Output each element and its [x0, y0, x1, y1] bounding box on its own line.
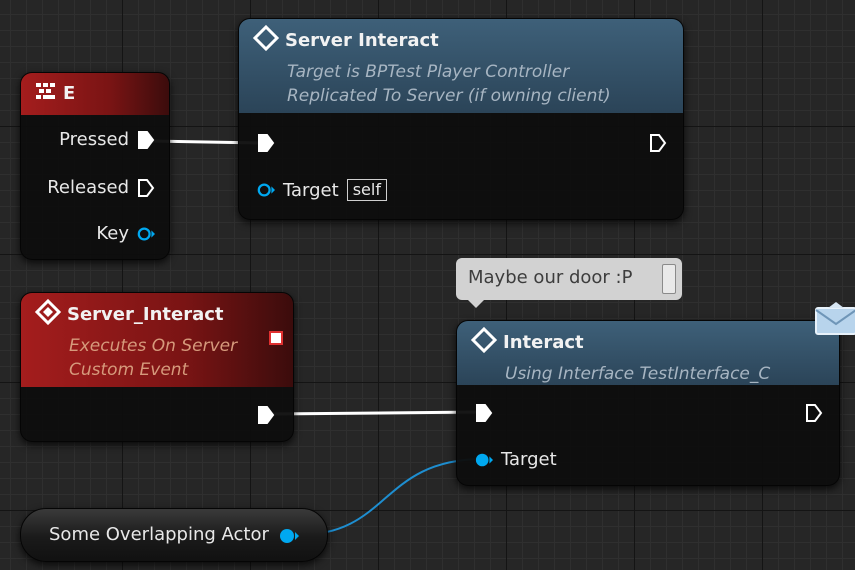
- server-interact-subtitle-2: Replicated To Server (if owning client): [287, 86, 611, 106]
- pressed-exec-pin-icon[interactable]: [137, 130, 155, 150]
- comment-pin-icon[interactable]: [662, 264, 676, 294]
- released-exec-pin-icon[interactable]: [137, 178, 155, 198]
- server-interact-exec-in[interactable]: [257, 133, 275, 153]
- interact-exec-out[interactable]: [805, 403, 823, 423]
- function-diamond-icon: [252, 24, 280, 56]
- envelope-icon: [814, 300, 855, 338]
- comment-bubble[interactable]: Maybe our door :P: [456, 258, 682, 308]
- interact-title: Interact: [503, 332, 584, 353]
- interact-target-pin[interactable]: Target: [475, 449, 557, 470]
- exec-out-pin-icon[interactable]: [649, 133, 667, 153]
- target-default-value[interactable]: self: [346, 179, 387, 201]
- released-pin-row[interactable]: Released: [47, 177, 155, 198]
- custom-event-subtitle-1: Executes On Server: [69, 336, 238, 356]
- function-diamond-icon: [470, 326, 498, 358]
- released-label: Released: [47, 177, 129, 198]
- custom-event-header: Server_Interact Executes On Server Custo…: [21, 293, 293, 387]
- interact-exec-in[interactable]: [475, 403, 493, 423]
- key-event-header: E: [21, 73, 169, 115]
- comment-text: Maybe our door :P: [468, 267, 633, 288]
- server-interact-exec-out[interactable]: [649, 133, 667, 153]
- exec-in-pin-icon[interactable]: [257, 133, 275, 153]
- target-object-pin-icon[interactable]: [257, 182, 275, 198]
- server-interact-title: Server Interact: [285, 30, 439, 51]
- exec-out-pin-icon[interactable]: [805, 403, 823, 423]
- custom-event-exec-out[interactable]: [257, 405, 275, 425]
- server-interact-subtitle-1: Target is BPTest Player Controller: [287, 62, 570, 82]
- pressed-pin-row[interactable]: Pressed: [59, 129, 155, 150]
- key-label: Key: [96, 223, 129, 244]
- variable-label: Some Overlapping Actor: [49, 524, 269, 545]
- server-interact-header: Server Interact Target is BPTest Player …: [239, 19, 683, 113]
- custom-event-subtitle-2: Custom Event: [69, 360, 189, 380]
- server-interact-target-pin[interactable]: Target self: [257, 179, 387, 201]
- interact-header: Interact Using Interface TestInterface_C: [457, 321, 839, 385]
- key-event-title: E: [63, 83, 76, 104]
- server-interact-call-node[interactable]: Server Interact Target is BPTest Player …: [238, 18, 684, 220]
- custom-event-title: Server_Interact: [67, 304, 224, 325]
- keyboard-icon: [35, 81, 57, 106]
- interact-target-label: Target: [501, 449, 557, 470]
- key-event-node[interactable]: E Pressed Released Key: [20, 72, 170, 260]
- server-interact-custom-event-node[interactable]: Server_Interact Executes On Server Custo…: [20, 292, 294, 442]
- variable-output-pin-icon[interactable]: [279, 528, 301, 544]
- exec-wire-event-to-interact: [269, 410, 483, 416]
- server-interact-target-label: Target: [283, 179, 339, 201]
- interact-call-node[interactable]: Interact Using Interface TestInterface_C…: [456, 320, 840, 486]
- key-pin-row[interactable]: Key: [96, 223, 155, 244]
- exec-in-pin-icon[interactable]: [475, 403, 493, 423]
- red-square-icon: [269, 331, 283, 345]
- key-struct-pin-icon[interactable]: [137, 226, 155, 242]
- exec-out-pin-icon[interactable]: [257, 405, 275, 425]
- pressed-label: Pressed: [59, 129, 129, 150]
- event-diamond-icon: [34, 298, 62, 330]
- interact-subtitle: Using Interface TestInterface_C: [505, 364, 771, 384]
- some-overlapping-actor-variable-node[interactable]: Some Overlapping Actor: [20, 508, 328, 562]
- target-object-pin-icon[interactable]: [475, 452, 493, 468]
